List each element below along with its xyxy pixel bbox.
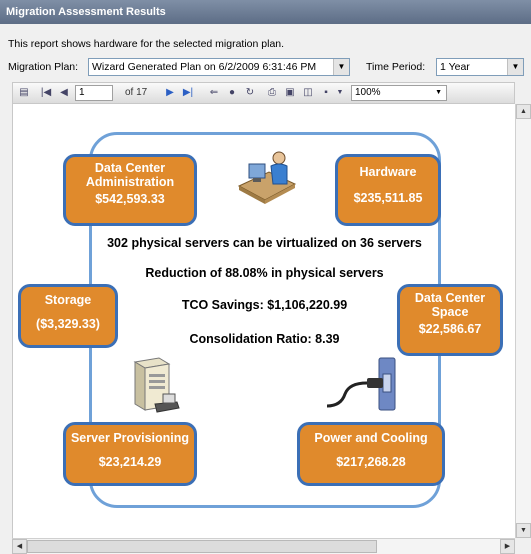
storage-value: ($3,329.33) (36, 317, 100, 331)
horizontal-scroll-thumb[interactable] (27, 540, 377, 553)
next-page-icon[interactable]: ▶ (163, 86, 177, 100)
chevron-down-icon[interactable]: ▼ (333, 59, 349, 75)
vertical-scrollbar[interactable]: ▲ ▼ (515, 104, 531, 538)
dc-admin-box: Data Center Administration $542,593.33 (63, 154, 197, 226)
page-setup-icon[interactable]: ◫ (301, 86, 315, 100)
power-cooling-box: Power and Cooling $217,268.28 (297, 422, 445, 486)
horizontal-scrollbar[interactable]: ◀ ▶ (12, 538, 515, 554)
scroll-down-icon[interactable]: ▼ (516, 523, 531, 538)
hardware-title: Hardware (359, 165, 417, 179)
back-icon[interactable]: ⇐ (207, 86, 221, 100)
previous-page-icon[interactable]: ◀ (57, 86, 71, 100)
time-period-select[interactable]: 1 Year ▼ (436, 58, 524, 76)
dc-admin-value: $542,593.33 (95, 192, 165, 206)
scroll-left-icon[interactable]: ◀ (12, 539, 27, 554)
stop-icon[interactable]: ● (225, 86, 239, 100)
report-canvas: Data Center Administration $542,593.33 H… (12, 104, 516, 538)
export-dropdown-icon[interactable]: ▼ (333, 86, 347, 100)
server-tower-icon (133, 357, 180, 413)
document-map-icon[interactable]: ▤ (17, 86, 31, 100)
hardware-value: $235,511.85 (353, 191, 423, 205)
first-page-icon[interactable]: |◀ (39, 86, 53, 100)
report-toolbar: ▤ |◀ ◀ 1 of 17 ▶ ▶| ⇐ ● ↻ ⎙ ▣ ◫ ▪ ▼ 100%… (12, 82, 515, 104)
dc-admin-title-2: Administration (85, 175, 175, 189)
scroll-up-icon[interactable]: ▲ (516, 104, 531, 119)
server-provisioning-box: Server Provisioning $23,214.29 (63, 422, 197, 486)
chevron-down-icon[interactable]: ▼ (435, 86, 442, 100)
page-count-label: of 17 (125, 87, 148, 98)
dc-admin-title: Data Center (94, 161, 166, 175)
zoom-value: 100% (355, 87, 381, 98)
virtualized-summary: 302 physical servers can be virtualized … (107, 236, 422, 250)
time-period-label: Time Period: (366, 61, 426, 73)
refresh-icon[interactable]: ↻ (243, 86, 257, 100)
print-icon[interactable]: ⎙ (265, 86, 279, 100)
window-title: Migration Assessment Results (0, 0, 531, 24)
migration-plan-label: Migration Plan: (8, 61, 79, 73)
consolidation-ratio: Consolidation Ratio: 8.39 (189, 332, 340, 346)
power-cooling-title: Power and Cooling (314, 431, 428, 445)
migration-plan-value: Wizard Generated Plan on 6/2/2009 6:31:4… (92, 61, 317, 73)
report-description: This report shows hardware for the selec… (8, 38, 285, 50)
last-page-icon[interactable]: ▶| (181, 86, 195, 100)
server-provisioning-value: $23,214.29 (98, 455, 162, 469)
tco-savings: TCO Savings: $1,106,220.99 (181, 298, 348, 312)
time-period-value: 1 Year (440, 61, 470, 73)
print-layout-icon[interactable]: ▣ (283, 86, 297, 100)
filter-bar: Migration Plan: Wizard Generated Plan on… (8, 58, 528, 78)
person-at-computer-icon (237, 151, 297, 204)
page-number-input[interactable]: 1 (75, 85, 113, 101)
power-plug-icon (326, 357, 396, 411)
server-provisioning-title: Server Provisioning (70, 431, 190, 445)
chevron-down-icon[interactable]: ▼ (507, 59, 523, 75)
zoom-select[interactable]: 100% ▼ (351, 85, 447, 101)
hardware-box: Hardware $235,511.85 (335, 154, 441, 226)
power-cooling-value: $217,268.28 (336, 455, 406, 469)
migration-plan-select[interactable]: Wizard Generated Plan on 6/2/2009 6:31:4… (88, 58, 350, 76)
scroll-right-icon[interactable]: ▶ (500, 539, 515, 554)
reduction-summary: Reduction of 88.08% in physical servers (145, 266, 384, 280)
save-icon[interactable]: ▪ (319, 86, 333, 100)
